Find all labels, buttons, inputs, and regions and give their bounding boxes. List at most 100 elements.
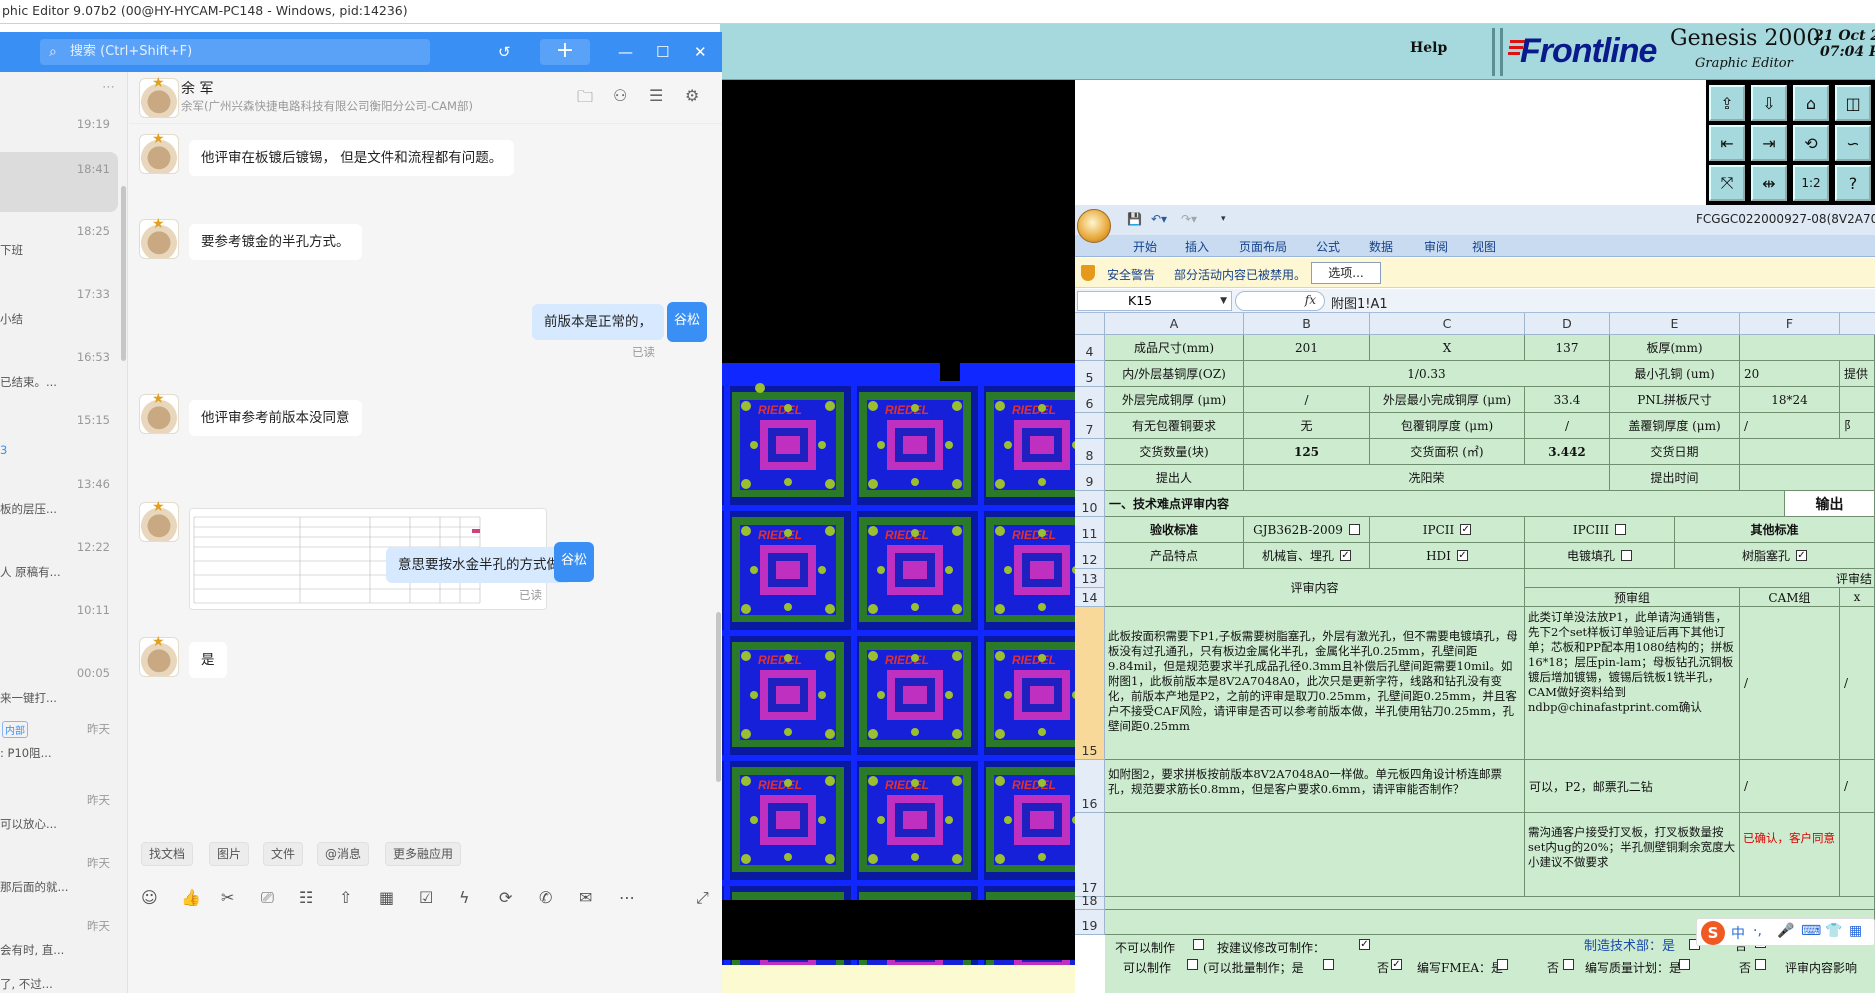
cell[interactable]: 3.442 — [1525, 439, 1610, 465]
undo-icon[interactable]: ↶▾ — [1151, 212, 1167, 226]
more-icon[interactable]: ⋯ — [619, 888, 635, 907]
cell[interactable] — [1840, 387, 1875, 413]
row-header[interactable]: 7 — [1075, 413, 1105, 439]
cell[interactable]: / — [1840, 607, 1875, 760]
column-header[interactable]: C — [1370, 313, 1525, 335]
like-icon[interactable]: 👍 — [181, 888, 201, 907]
cell[interactable]: 评审结 — [1525, 569, 1875, 588]
cell[interactable]: 产品特点 — [1105, 543, 1244, 569]
list-item[interactable]: 13:46 板的层压... — [0, 467, 118, 527]
cell[interactable]: 如附图2，要求拼板按前版本8V2A7048A0一样做。单元板四角设计桥连邮票孔，… — [1105, 760, 1525, 813]
tool-button[interactable]: ⟲ — [1793, 125, 1829, 161]
tab-formulas[interactable]: 公式 — [1316, 238, 1340, 255]
cell[interactable]: 机械盲、埋孔 ✓ — [1244, 543, 1370, 569]
cell[interactable]: 提出人 — [1105, 465, 1244, 491]
message-bubble[interactable]: 要参考镀金的半孔方式。 — [189, 224, 362, 260]
checkbox-checked[interactable]: ✓ — [1359, 939, 1370, 950]
share-icon[interactable]: ⟳ — [499, 888, 512, 907]
image-button[interactable]: 图片 — [209, 842, 250, 866]
list-item[interactable]: 内部 昨天 : P10阻... — [0, 719, 118, 779]
row-header[interactable]: 11 — [1075, 517, 1105, 543]
calendar-icon[interactable]: ▦ — [379, 888, 394, 907]
maximize-icon[interactable]: ☐ — [656, 40, 669, 64]
pan-tool-button[interactable]: ⇹ — [1751, 165, 1787, 201]
chevron-down-icon[interactable]: ▼ — [1220, 292, 1227, 310]
home-tool-button[interactable]: ⌂ — [1793, 85, 1829, 121]
cell[interactable]: IPCIII — [1525, 517, 1675, 543]
list-item[interactable]: 16:53 已结束。... — [0, 340, 118, 400]
row-header[interactable]: 17 — [1075, 813, 1105, 897]
skin-icon[interactable]: 👕 — [1825, 923, 1842, 939]
search-history-icon[interactable]: ☰ — [649, 86, 663, 105]
contact-avatar[interactable] — [139, 75, 179, 118]
tool-button[interactable]: ⇤ — [1709, 125, 1745, 161]
cell[interactable]: 此板按面积需要下P1,子板需要树脂塞孔，外层有激光孔，但不需要电镀填孔，母板没有… — [1105, 607, 1525, 760]
cell[interactable]: 提出时间 — [1610, 465, 1740, 491]
cell[interactable]: 包覆铜厚度 (μm) — [1370, 413, 1525, 439]
my-message-bubble[interactable]: 前版本是正常的， — [532, 304, 664, 340]
cell[interactable]: 冼阳荣 — [1244, 465, 1610, 491]
lightning-icon[interactable]: ϟ — [459, 888, 470, 907]
cell[interactable]: IPCII ✓ — [1370, 517, 1525, 543]
message-bubble[interactable]: 他评审在板镀后镀锡， 但是文件和流程都有问题。 — [189, 140, 515, 176]
cell[interactable]: 盖覆铜厚度 (μm) — [1610, 413, 1740, 439]
list-item[interactable]: 17:33 小结 — [0, 277, 118, 337]
microphone-icon[interactable]: 🎤 — [1777, 923, 1794, 939]
sogou-icon[interactable]: S — [1701, 921, 1725, 945]
cell[interactable]: / — [1525, 413, 1610, 439]
emoji-icon[interactable]: ☺ — [141, 888, 158, 907]
row-header[interactable]: 6 — [1075, 387, 1105, 413]
row-header[interactable]: 18 — [1075, 893, 1105, 910]
tab-data[interactable]: 数据 — [1369, 238, 1393, 255]
cell[interactable]: 18*24 — [1740, 387, 1840, 413]
row-header[interactable]: 13 — [1075, 569, 1105, 588]
tool-button[interactable]: ⇥ — [1751, 125, 1787, 161]
upload-icon[interactable]: ⇧ — [339, 888, 352, 907]
help-tool-button[interactable]: ? — [1835, 165, 1871, 201]
checkbox[interactable] — [1615, 524, 1627, 535]
cell[interactable]: 最小孔铜 (um) — [1610, 361, 1740, 387]
row-header[interactable]: 14 — [1075, 588, 1105, 607]
column-header[interactable] — [1840, 313, 1875, 335]
edit-icon[interactable]: ⎚ — [261, 888, 274, 908]
list-item[interactable]: 12:22 人 原稿有... — [0, 530, 118, 590]
contact-avatar[interactable] — [139, 391, 179, 434]
contact-avatar[interactable] — [139, 131, 179, 174]
list-item[interactable]: 18:41 — [0, 152, 118, 212]
contact-avatar[interactable] — [139, 634, 179, 677]
column-header[interactable]: F — [1740, 313, 1840, 335]
checkbox[interactable] — [1323, 959, 1334, 970]
tool-button[interactable]: ⇩ — [1751, 85, 1787, 121]
zoom-fit-button[interactable]: ⤧ — [1709, 165, 1745, 201]
cell[interactable]: 125 — [1244, 439, 1370, 465]
select-all-corner[interactable] — [1075, 313, 1105, 335]
checkbox-icon[interactable]: ☑ — [419, 888, 433, 907]
search-input[interactable]: ⌕ 搜索 (Ctrl+Shift+F) — [40, 39, 430, 65]
more-icon[interactable]: ⋯ — [102, 80, 115, 95]
cell[interactable]: 交货数量(块) — [1105, 439, 1244, 465]
more-apps-button[interactable]: 更多融应用 — [385, 842, 462, 866]
contact-avatar[interactable] — [139, 216, 179, 259]
conversation-scrollbar[interactable] — [716, 612, 721, 782]
options-button[interactable]: 选项... — [1311, 262, 1381, 284]
cell[interactable]: / — [1740, 413, 1840, 439]
message-bubble[interactable]: 是 — [189, 642, 227, 678]
cell[interactable]: 33.4 — [1525, 387, 1610, 413]
checkbox[interactable] — [1621, 550, 1632, 561]
cell[interactable]: 已确认，客户同意 — [1740, 813, 1840, 897]
cell[interactable]: CAM组 — [1740, 588, 1840, 607]
cell[interactable]: 可以，P2，邮票孔二钻 — [1525, 760, 1740, 813]
row-header[interactable]: 19 — [1075, 910, 1105, 935]
cell[interactable] — [1105, 897, 1875, 910]
formula-input[interactable]: 附图1!A1 — [1331, 293, 1388, 312]
checkbox-checked[interactable]: ✓ — [1796, 550, 1807, 561]
cell[interactable]: 输出 — [1785, 491, 1875, 517]
ime-chinese-mode[interactable]: 中 — [1731, 923, 1745, 943]
row-header[interactable]: 5 — [1075, 361, 1105, 387]
my-avatar[interactable]: 谷松 — [554, 542, 594, 582]
cell[interactable]: 阝 — [1840, 413, 1875, 439]
cell[interactable]: 137 — [1525, 335, 1610, 361]
cell[interactable]: 成品尺寸(mm) — [1105, 335, 1244, 361]
checkbox[interactable] — [1755, 959, 1766, 970]
customize-toolbar-icon[interactable]: ▾ — [1221, 214, 1226, 224]
